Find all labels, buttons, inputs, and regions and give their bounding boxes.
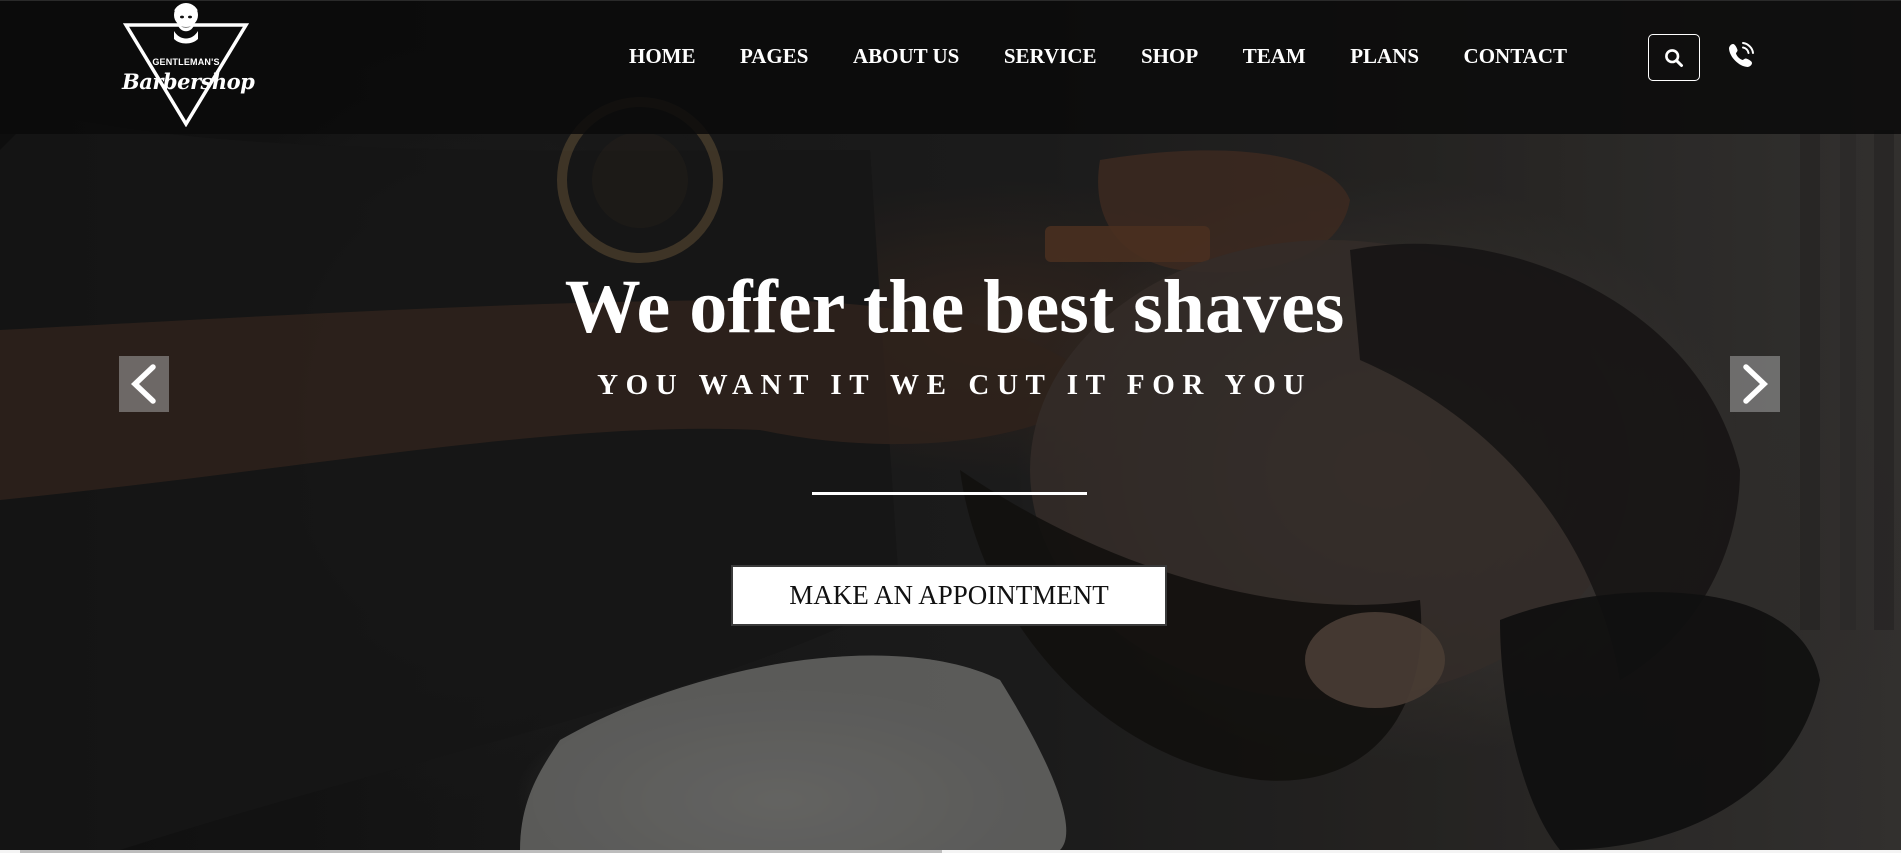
phone-icon bbox=[1729, 42, 1754, 67]
page: GENTLEMAN'S Barbershop HOME PAGES ABOUT … bbox=[0, 0, 1901, 853]
hero-title: We offer the best shaves bbox=[564, 265, 1345, 349]
make-appointment-button[interactable]: MAKE AN APPOINTMENT bbox=[731, 565, 1167, 626]
nav-item-plans[interactable]: PLANS bbox=[1350, 44, 1419, 69]
site-header: GENTLEMAN'S Barbershop HOME PAGES ABOUT … bbox=[0, 0, 1901, 134]
nav-item-contact[interactable]: CONTACT bbox=[1464, 44, 1567, 69]
nav-item-shop[interactable]: SHOP bbox=[1141, 44, 1198, 69]
hero-subtitle: YOU WANT IT WE CUT IT FOR YOU bbox=[597, 369, 1312, 401]
main-nav: HOME PAGES ABOUT US SERVICE SHOP TEAM PL… bbox=[629, 41, 1567, 71]
nav-item-team[interactable]: TEAM bbox=[1243, 44, 1306, 69]
nav-item-service[interactable]: SERVICE bbox=[1004, 44, 1097, 69]
nav-item-about-us[interactable]: ABOUT US bbox=[853, 44, 959, 69]
logo-name: Barbershop bbox=[122, 69, 255, 94]
phone-button[interactable] bbox=[1727, 41, 1755, 69]
hero-divider bbox=[812, 492, 1087, 495]
search-button[interactable] bbox=[1648, 34, 1700, 81]
logo-tagline: GENTLEMAN'S bbox=[152, 57, 220, 67]
nav-item-home[interactable]: HOME bbox=[629, 44, 696, 69]
search-icon bbox=[1665, 48, 1683, 67]
site-logo[interactable]: GENTLEMAN'S Barbershop bbox=[122, 1, 255, 128]
nav-item-pages[interactable]: PAGES bbox=[740, 44, 808, 69]
